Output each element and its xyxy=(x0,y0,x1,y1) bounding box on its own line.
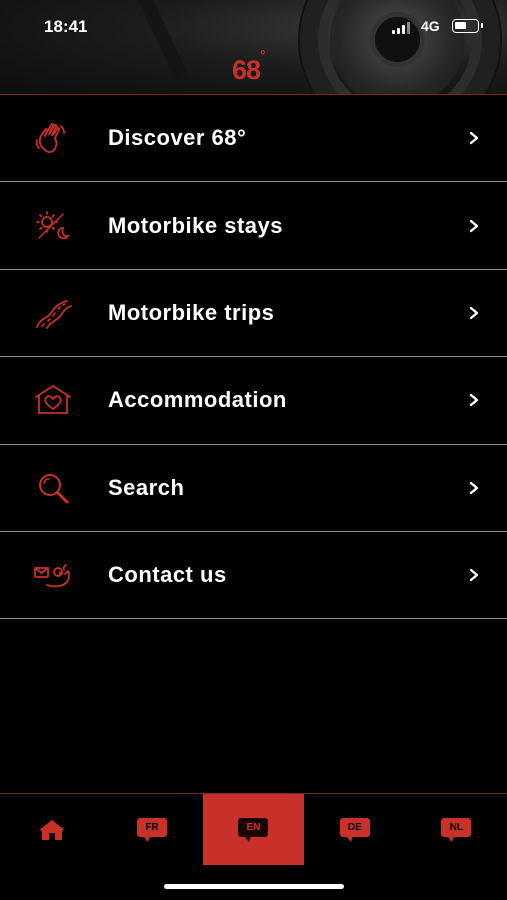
network-type: 4G xyxy=(421,18,440,34)
chevron-right-icon xyxy=(469,394,479,407)
chevron-right-icon xyxy=(469,306,479,320)
status-bar: 18:41 4G xyxy=(0,0,507,54)
menu-label-accommodation: Accommodation xyxy=(108,387,287,413)
menu-item-motorbike-trips[interactable]: Motorbike trips xyxy=(0,270,507,358)
signal-strength-icon xyxy=(392,22,412,34)
chevron-right-icon xyxy=(469,131,479,145)
battery-icon xyxy=(452,19,479,33)
chevron-right-icon xyxy=(469,219,479,232)
home-icon xyxy=(39,820,65,840)
menu-label-motorbike-stays: Motorbike stays xyxy=(108,212,283,238)
home-indicator[interactable] xyxy=(164,884,344,889)
menu-item-accommodation[interactable]: Accommodation xyxy=(0,357,507,445)
tab-language-nl[interactable]: NL xyxy=(406,794,507,865)
header-banner: 18:41 4G 68° xyxy=(0,0,507,95)
sun-moon-icon xyxy=(36,210,71,239)
chevron-right-icon xyxy=(469,481,479,494)
speech-bubble-icon: EN xyxy=(238,818,269,842)
main-menu: Discover 68° Motorbike stays Motorbike t… xyxy=(0,95,507,620)
menu-label-motorbike-trips: Motorbike trips xyxy=(108,299,275,325)
chevron-right-icon xyxy=(469,568,479,582)
speech-bubble-icon: FR xyxy=(137,818,168,842)
menu-item-search[interactable]: Search xyxy=(0,445,507,532)
menu-item-contact-us[interactable]: Contact us xyxy=(0,532,507,620)
speech-bubble-icon: DE xyxy=(339,818,370,842)
menu-item-discover[interactable]: Discover 68° xyxy=(0,95,507,183)
road-icon xyxy=(36,300,72,329)
tab-language-en[interactable]: EN xyxy=(202,794,305,865)
house-heart-icon xyxy=(35,385,71,415)
menu-label-contact-us: Contact us xyxy=(108,562,227,588)
tab-language-de[interactable]: DE xyxy=(304,794,405,865)
waving-hand-icon xyxy=(35,123,65,154)
menu-item-motorbike-stays[interactable]: Motorbike stays xyxy=(0,182,507,270)
search-icon xyxy=(39,473,69,504)
tab-home[interactable] xyxy=(0,794,101,865)
status-time: 18:41 xyxy=(44,17,88,36)
logo-degree: ° xyxy=(260,47,266,63)
contact-hand-icon xyxy=(34,564,70,588)
tab-language-fr[interactable]: FR xyxy=(101,794,202,865)
menu-label-search: Search xyxy=(108,474,185,500)
app-logo[interactable]: 68° xyxy=(232,47,266,86)
bottom-tab-bar: FR EN DE NL xyxy=(0,793,507,865)
speech-bubble-icon: NL xyxy=(441,818,472,842)
battery-cap xyxy=(481,23,483,28)
menu-label-discover: Discover 68° xyxy=(108,125,247,151)
logo-number: 68 xyxy=(232,55,261,85)
